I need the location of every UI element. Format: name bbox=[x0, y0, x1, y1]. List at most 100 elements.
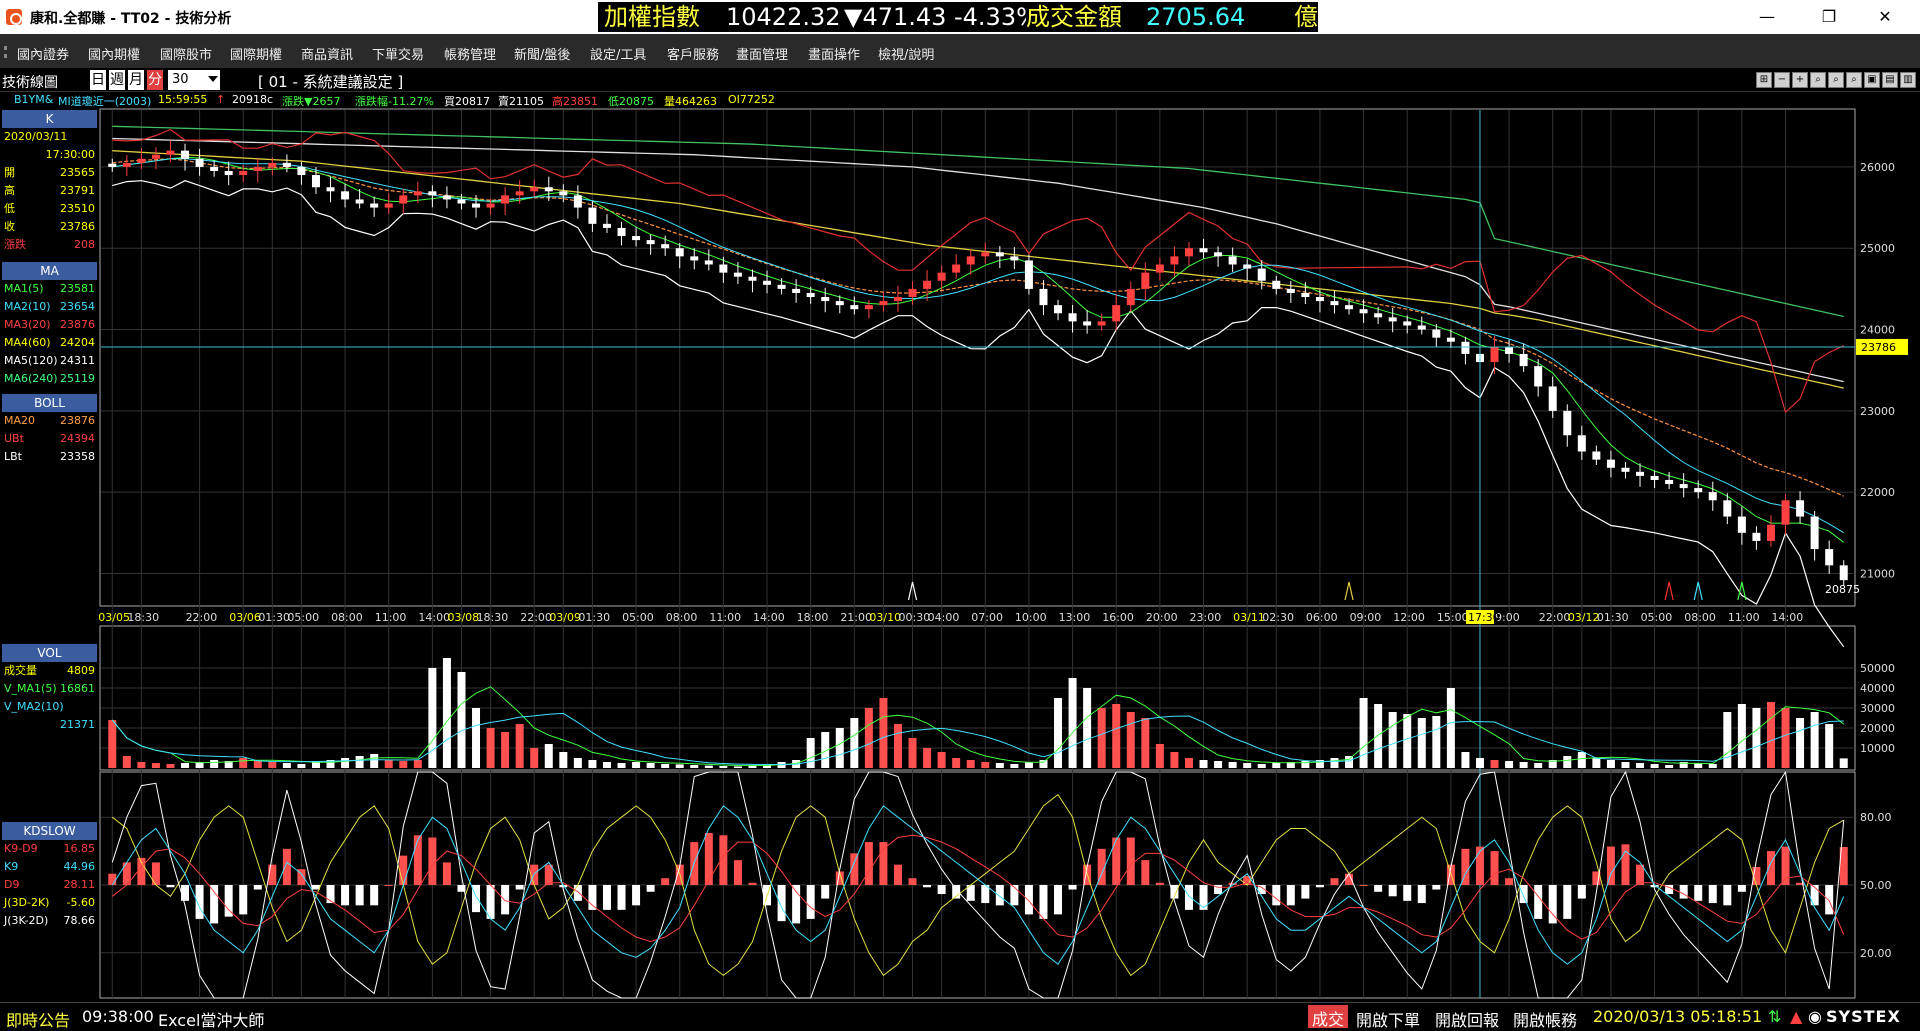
kd-histogram-bar bbox=[792, 885, 801, 924]
copy-icon[interactable]: ▥ bbox=[1900, 72, 1916, 88]
time-axis-label: 15:00 bbox=[1437, 611, 1469, 624]
menu-intl-futures[interactable]: 國際期權 bbox=[230, 44, 282, 63]
menu-customer-service[interactable]: 客戶服務 bbox=[667, 44, 719, 63]
k-row-label: 收 bbox=[4, 220, 15, 233]
open-report-button[interactable]: 開啟回報 bbox=[1435, 1007, 1499, 1031]
index-label: 加權指數 bbox=[604, 3, 700, 31]
candle-body bbox=[1359, 309, 1368, 314]
signal-icon: ▲ bbox=[1790, 1007, 1803, 1026]
print-icon[interactable]: ▤ bbox=[1882, 72, 1898, 88]
search-forward-icon[interactable]: ⌕ bbox=[1846, 72, 1862, 88]
period-day[interactable]: 日 bbox=[90, 70, 106, 90]
period-month[interactable]: 月 bbox=[128, 70, 144, 90]
kd-histogram-bar bbox=[1621, 844, 1630, 885]
kd-histogram-bar bbox=[1432, 885, 1441, 890]
zoom-out-icon[interactable]: − bbox=[1774, 72, 1790, 88]
menu-screen-management[interactable]: 畫面管理 bbox=[736, 44, 788, 63]
search-icon[interactable]: ⌕ bbox=[1810, 72, 1826, 88]
candle-body bbox=[355, 199, 364, 204]
kd-histogram-bar bbox=[748, 882, 757, 885]
kd-histogram-bar bbox=[1010, 885, 1019, 906]
candle-body bbox=[486, 203, 495, 208]
candle-body bbox=[1839, 565, 1848, 581]
menu-domestic-securities[interactable]: 國內證券 bbox=[17, 44, 69, 63]
menu-intl-stocks[interactable]: 國際股市 bbox=[160, 44, 212, 63]
volume-bar bbox=[1810, 712, 1819, 768]
ma-row-label: MA5(120) bbox=[4, 354, 58, 367]
menu-product-info[interactable]: 商品資訊 bbox=[301, 44, 353, 63]
volume-bar bbox=[1665, 765, 1674, 768]
candle-body bbox=[1650, 475, 1659, 480]
kd-histogram-bar bbox=[384, 885, 393, 886]
kd-row-label: D9 bbox=[4, 878, 20, 891]
volume-bar bbox=[1068, 678, 1077, 768]
time-axis-label: 07:00 bbox=[971, 611, 1003, 624]
candle-body bbox=[675, 248, 684, 257]
indicator-setting[interactable]: [ 01 - 系統建議設定 ] bbox=[258, 71, 403, 92]
menu-order-trading[interactable]: 下單交易 bbox=[372, 44, 424, 63]
volume-bar bbox=[544, 744, 553, 768]
volume-bar bbox=[210, 760, 219, 768]
kd-histogram-bar bbox=[1694, 885, 1703, 901]
volume-axis-tick: 20000 bbox=[1860, 722, 1895, 735]
menu-account-management[interactable]: 帳務管理 bbox=[444, 44, 496, 63]
index-change: ▼471.43 bbox=[844, 3, 947, 31]
volume-bar bbox=[268, 762, 277, 768]
k-row-label: 開 bbox=[4, 166, 15, 179]
minute-interval-select[interactable]: 30 bbox=[168, 70, 220, 90]
time-axis-label: 03/11 bbox=[1233, 611, 1265, 624]
menu-view-help[interactable]: 檢視/說明 bbox=[878, 44, 934, 63]
menu-settings-tools[interactable]: 設定/工具 bbox=[590, 44, 646, 63]
maximize-button[interactable]: ❐ bbox=[1806, 4, 1852, 30]
layout-icon[interactable]: ⊞ bbox=[1756, 72, 1772, 88]
open-account-button[interactable]: 開啟帳務 bbox=[1513, 1007, 1577, 1031]
kd-histogram-bar bbox=[1417, 885, 1426, 904]
candle-body bbox=[195, 158, 204, 167]
volume-bar bbox=[413, 760, 422, 768]
time-axis-label: 14:00 bbox=[753, 611, 785, 624]
quote-name: MI道瓊近一(2003) bbox=[58, 95, 152, 108]
menu-screen-operation[interactable]: 畫面操作 bbox=[808, 44, 860, 63]
candle-body bbox=[137, 158, 146, 163]
indicator-values-panel: K 2020/03/11 17:30:00 開 23565 高 23791 低 23510… bbox=[0, 108, 99, 1000]
menu-grip-icon bbox=[4, 46, 7, 58]
announcement-text[interactable]: Excel當沖大師 bbox=[158, 1007, 264, 1031]
technical-chart[interactable]: 26000 25000 24000 23000 22000 21000 50000 40000… bbox=[99, 108, 1920, 1000]
open-order-button[interactable]: 開啟下單 bbox=[1356, 1007, 1420, 1031]
ma-row-value: 23581 bbox=[60, 282, 95, 295]
volume-bar bbox=[297, 764, 306, 768]
volume-bar bbox=[1112, 704, 1121, 768]
kd-histogram-bar bbox=[602, 885, 611, 910]
candle-body bbox=[1563, 410, 1572, 436]
time-axis-label: 11:00 bbox=[375, 611, 407, 624]
kd-histogram-bar bbox=[1505, 878, 1514, 885]
close-button[interactable]: ✕ bbox=[1862, 4, 1908, 30]
quote-symbol: B1YM& bbox=[14, 93, 54, 106]
period-week[interactable]: 週 bbox=[109, 70, 125, 90]
candle-body bbox=[1665, 479, 1674, 485]
candle-body bbox=[268, 162, 277, 167]
menu-domestic-futures[interactable]: 國內期權 bbox=[88, 44, 140, 63]
minute-interval-value: 30 bbox=[172, 72, 189, 87]
zoom-in-icon[interactable]: + bbox=[1792, 72, 1808, 88]
volume-bar bbox=[1708, 764, 1717, 768]
search-back-icon[interactable]: ⌕ bbox=[1828, 72, 1844, 88]
save-icon[interactable]: ▣ bbox=[1864, 72, 1880, 88]
kd-histogram-bar bbox=[704, 833, 713, 885]
candle-body bbox=[1621, 467, 1630, 472]
quote-buy: 買20817 bbox=[444, 95, 490, 108]
candle-body bbox=[646, 240, 655, 245]
candle-body bbox=[1752, 532, 1761, 541]
volume-bar bbox=[355, 756, 364, 768]
period-minute[interactable]: 分 bbox=[147, 70, 163, 90]
candle-body bbox=[1606, 459, 1615, 468]
minimize-button[interactable]: — bbox=[1744, 4, 1790, 30]
chart-toolbar: 技術線圖 日 週 月 分 30 [ 01 - 系統建議設定 ] ⊞ − + ⌕ … bbox=[0, 68, 1920, 92]
kd-histogram-bar bbox=[1068, 885, 1077, 890]
candle-body bbox=[370, 203, 379, 208]
time-axis-label: 03/10 bbox=[869, 611, 901, 624]
menu-news[interactable]: 新聞/盤後 bbox=[514, 44, 570, 63]
time-axis-label: 03/05 bbox=[99, 611, 130, 624]
candle-body bbox=[908, 288, 917, 298]
volume-bar bbox=[1636, 763, 1645, 768]
